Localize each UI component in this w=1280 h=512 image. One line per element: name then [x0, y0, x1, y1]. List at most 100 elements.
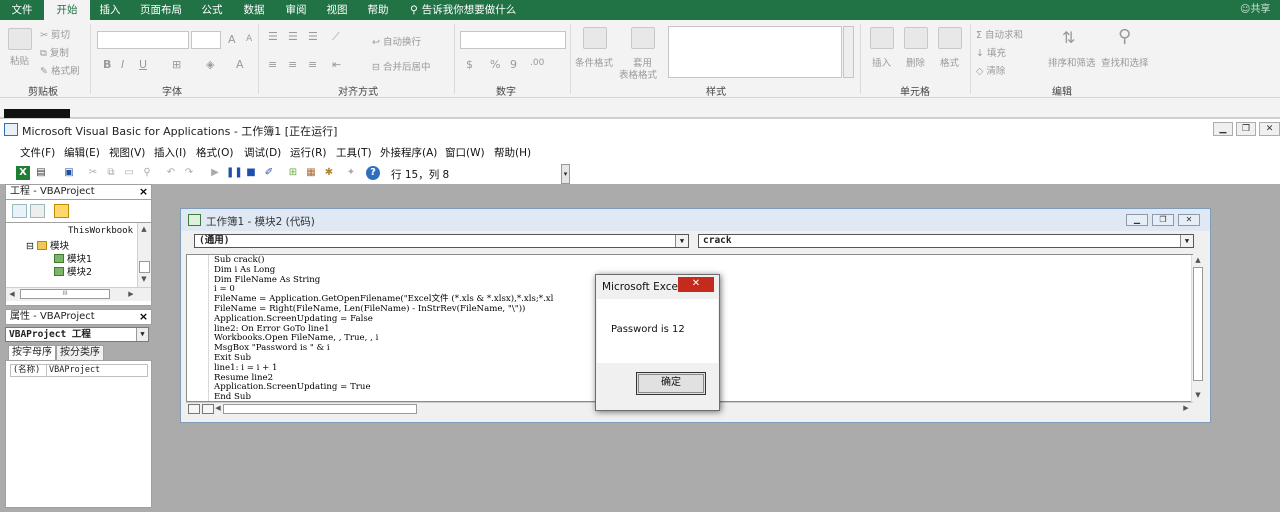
- gallery-scrollbar[interactable]: [843, 26, 854, 78]
- tab-file[interactable]: 文件: [0, 0, 44, 20]
- menu-view[interactable]: 视图(V): [109, 145, 145, 160]
- message-box-close-button[interactable]: ✕: [678, 277, 714, 292]
- percent-button[interactable]: %: [490, 58, 500, 71]
- menu-file[interactable]: 文件(F): [20, 145, 55, 160]
- grow-font-button[interactable]: A: [228, 33, 236, 46]
- fill-button[interactable]: ↓ 填充: [976, 45, 1006, 59]
- toggle-folders-icon[interactable]: [54, 204, 69, 218]
- tab-alphabetic[interactable]: 按字母序: [8, 345, 56, 361]
- excel-view-icon[interactable]: X: [16, 166, 30, 180]
- font-name-combo[interactable]: [97, 31, 189, 49]
- align-center-icon[interactable]: ≡: [288, 58, 297, 71]
- indent-icon[interactable]: ⇤: [332, 58, 341, 71]
- tab-formulas[interactable]: 公式: [192, 0, 232, 20]
- project-explorer-icon[interactable]: ⊞: [286, 166, 300, 180]
- tab-help[interactable]: 帮助: [358, 0, 398, 20]
- tree-node-module1[interactable]: 模块1: [54, 251, 92, 265]
- currency-button[interactable]: $: [466, 58, 473, 71]
- clear-button[interactable]: ◇ 清除: [976, 63, 1005, 77]
- menu-run[interactable]: 运行(R): [290, 145, 327, 160]
- wrap-text-button[interactable]: ↩ 自动换行: [372, 34, 421, 48]
- shrink-font-button[interactable]: A: [246, 34, 252, 44]
- project-vertical-scrollbar[interactable]: ▲ ▼: [137, 223, 151, 287]
- tree-node-thisworkbook[interactable]: ThisWorkbook: [68, 226, 133, 236]
- format-table-icon[interactable]: [631, 27, 655, 49]
- vba-minimize-button[interactable]: ▁: [1213, 122, 1233, 136]
- tree-node-modules[interactable]: ⊟ 模块: [26, 238, 69, 252]
- format-painter-button[interactable]: ✎ 格式刷: [40, 63, 80, 77]
- properties-icon[interactable]: ▦: [304, 166, 318, 180]
- autosum-button[interactable]: Σ 自动求和: [976, 27, 1023, 41]
- vba-restore-button[interactable]: ❐: [1236, 122, 1256, 136]
- tab-page-layout[interactable]: 页面布局: [130, 0, 192, 20]
- run-icon[interactable]: ▶: [208, 166, 222, 180]
- menu-insert[interactable]: 插入(I): [154, 145, 186, 160]
- menu-help[interactable]: 帮助(H): [494, 145, 531, 160]
- scroll-left-arrow[interactable]: ◀: [6, 290, 18, 298]
- ok-button[interactable]: 确定: [636, 372, 706, 395]
- properties-pane-close-button[interactable]: ×: [137, 310, 150, 324]
- undo-icon[interactable]: ↶: [164, 166, 178, 180]
- border-icon[interactable]: ⊞: [172, 58, 181, 71]
- increase-decimal-button[interactable]: .00: [530, 58, 544, 68]
- scroll-right-arrow[interactable]: ▶: [1180, 404, 1192, 412]
- help-icon[interactable]: ?: [366, 166, 380, 180]
- menu-tools[interactable]: 工具(T): [336, 145, 372, 160]
- comma-button[interactable]: 9: [510, 58, 517, 71]
- share-button[interactable]: ☺共享: [1240, 0, 1280, 20]
- menu-edit[interactable]: 编辑(E): [64, 145, 100, 160]
- scroll-thumb[interactable]: [223, 404, 417, 414]
- italic-button[interactable]: I: [121, 58, 124, 71]
- object-browser-icon[interactable]: ✱: [322, 166, 336, 180]
- cell-styles-gallery[interactable]: [668, 26, 842, 78]
- properties-object-combo[interactable]: VBAProject 工程 ▼: [5, 327, 149, 342]
- conditional-format-icon[interactable]: [583, 27, 607, 49]
- tell-me-search[interactable]: ⚲ 告诉我你想要做什么: [410, 0, 516, 20]
- tab-review[interactable]: 审阅: [276, 0, 316, 20]
- project-pane-close-button[interactable]: ×: [137, 185, 150, 199]
- code-restore-button[interactable]: ❐: [1152, 214, 1174, 226]
- paste-icon[interactable]: [8, 28, 32, 50]
- procedure-view-icon[interactable]: [188, 404, 200, 414]
- view-code-icon[interactable]: [12, 204, 27, 218]
- scroll-thumb[interactable]: [1193, 267, 1203, 381]
- toolbox-icon[interactable]: ✦: [344, 166, 358, 180]
- find-select-icon[interactable]: ⚲: [1118, 26, 1131, 47]
- align-left-icon[interactable]: ≡: [268, 58, 277, 71]
- object-combo[interactable]: (通用) ▼: [194, 234, 689, 248]
- menu-addins[interactable]: 外接程序(A): [380, 145, 437, 160]
- scroll-up-arrow[interactable]: ▲: [138, 225, 150, 233]
- vba-close-button[interactable]: ✕: [1259, 122, 1280, 136]
- toolbar-grip[interactable]: ▾: [561, 164, 570, 184]
- align-middle-icon[interactable]: ☰: [288, 30, 298, 43]
- tab-categorized[interactable]: 按分类序: [56, 345, 104, 361]
- find-icon[interactable]: ⚲: [140, 166, 154, 180]
- tab-view[interactable]: 视图: [316, 0, 358, 20]
- insert-module-icon[interactable]: ▤: [34, 166, 48, 180]
- tab-data[interactable]: 数据: [232, 0, 276, 20]
- underline-button[interactable]: U: [139, 58, 147, 71]
- menu-debug[interactable]: 调试(D): [244, 145, 281, 160]
- font-color-button[interactable]: A: [236, 58, 244, 71]
- tree-node-module2[interactable]: 模块2: [54, 264, 92, 278]
- delete-cells-icon[interactable]: [904, 27, 928, 49]
- format-cells-icon[interactable]: [938, 27, 962, 49]
- tab-home[interactable]: 开始: [44, 0, 90, 20]
- scroll-right-arrow[interactable]: ▶: [125, 290, 137, 298]
- design-mode-icon[interactable]: ✐: [262, 166, 276, 180]
- fill-color-icon[interactable]: ◈: [206, 58, 214, 71]
- paste-icon[interactable]: ▭: [122, 166, 136, 180]
- insert-cells-icon[interactable]: [870, 27, 894, 49]
- reset-icon[interactable]: ■: [244, 166, 258, 180]
- scroll-down-arrow[interactable]: ▼: [138, 275, 150, 283]
- save-icon[interactable]: ▣: [62, 166, 76, 180]
- break-icon[interactable]: ❚❚: [226, 166, 243, 180]
- scroll-up-arrow[interactable]: ▲: [1192, 256, 1204, 264]
- scroll-thumb[interactable]: [139, 261, 150, 273]
- number-format-combo[interactable]: [460, 31, 566, 49]
- menu-window[interactable]: 窗口(W): [445, 145, 485, 160]
- sort-filter-icon[interactable]: ⇅: [1062, 28, 1075, 47]
- menu-format[interactable]: 格式(O): [196, 145, 233, 160]
- copy-icon[interactable]: ⧉: [104, 166, 118, 180]
- font-size-combo[interactable]: [191, 31, 221, 49]
